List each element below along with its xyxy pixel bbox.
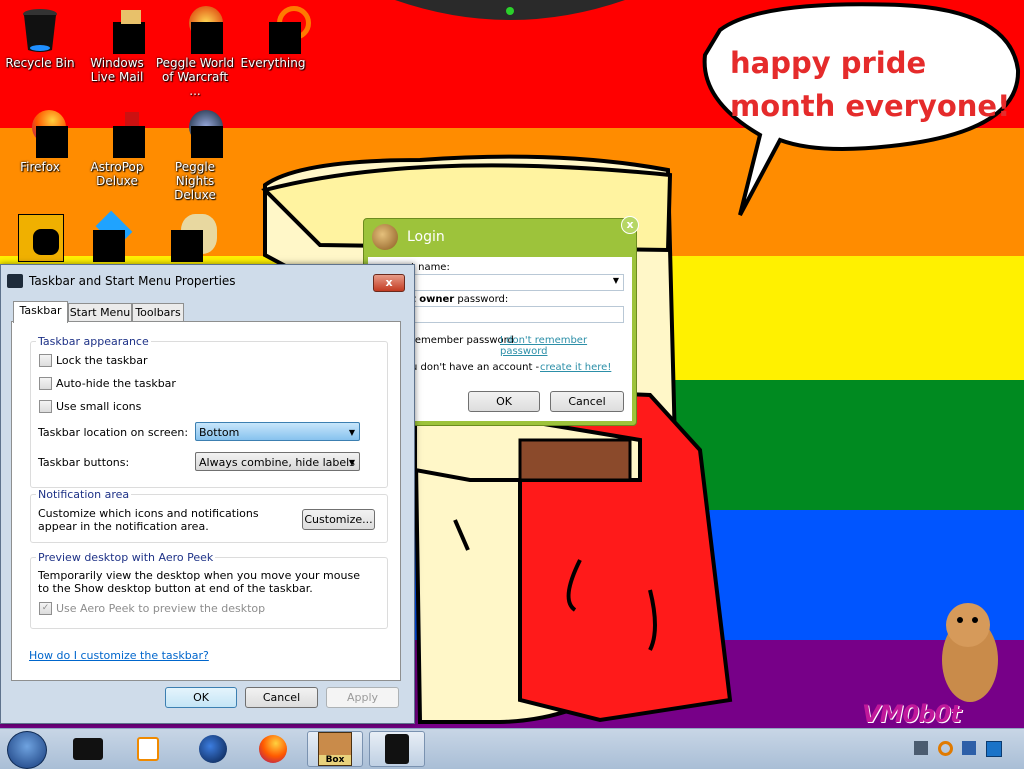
password-label: t owner password: [411, 294, 509, 305]
chevron-down-icon: ▼ [612, 276, 619, 285]
dialog-close-button[interactable]: x [373, 274, 405, 292]
autohide-taskbar-checkbox[interactable]: Auto-hide the taskbar [39, 377, 176, 390]
account-name-combo[interactable]: ▼ [414, 274, 624, 291]
firefox-icon [20, 110, 68, 158]
tab-toolbars[interactable]: Toolbars [132, 303, 184, 322]
aero-peek-checkbox[interactable]: ✓ Use Aero Peek to preview the desktop [39, 602, 265, 615]
taskbar-tab-panel: Taskbar appearance Lock the taskbar Auto… [11, 321, 401, 681]
taskbar-icon [7, 274, 23, 288]
recycle-bin-icon [20, 6, 60, 52]
notification-area-text: Customize which icons and notifications … [38, 507, 259, 533]
notification-area-title: Notification area [36, 488, 132, 501]
watermark-text: VM0b0t [862, 700, 962, 728]
small-icons-checkbox[interactable]: Use small icons [39, 400, 141, 413]
tab-taskbar[interactable]: Taskbar [13, 301, 68, 323]
checkbox-box [39, 354, 52, 367]
desktop-icon-label: Windows Live Mail [90, 56, 144, 84]
cancel-button[interactable]: Cancel [245, 687, 318, 708]
desktop-icon-label: Peggle World of Warcraft ... [155, 56, 235, 98]
box-app-label: Box [319, 755, 351, 765]
peggle-icon [175, 6, 223, 54]
taskbar-properties-dialog: Taskbar and Start Menu Properties x Task… [0, 264, 415, 724]
globe-icon [199, 735, 227, 763]
account-name-label: t name: [411, 262, 450, 273]
aero-peek-title: Preview desktop with Aero Peek [36, 551, 216, 564]
taskbar-computer[interactable] [60, 731, 116, 767]
checkbox-box [39, 377, 52, 390]
desktop-icon-partial-1[interactable] [18, 214, 64, 262]
desktop-icon-partial-3[interactable] [171, 214, 219, 262]
forgot-password-link[interactable]: I don't remember password [500, 335, 632, 357]
desktop-icon-label: AstroPop Deluxe [90, 160, 144, 188]
astropop-icon [97, 110, 145, 158]
taskbar-location-select[interactable]: Bottom ▼ [195, 422, 360, 441]
taskbar-appearance-title: Taskbar appearance [36, 335, 151, 348]
taskbar-buttons-select[interactable]: Always combine, hide labels ▼ [195, 452, 360, 471]
desktop-icon-label: Recycle Bin [5, 56, 75, 70]
speech-bubble-text: happy pride month everyone! [730, 46, 1011, 123]
taskbar: Box [0, 728, 1024, 769]
desktop-icon-astropop[interactable]: AstroPop Deluxe [77, 110, 157, 188]
dialog-title: Taskbar and Start Menu Properties [29, 274, 236, 288]
desktop-icon-firefox[interactable]: Firefox [0, 110, 80, 174]
desktop-icon-peggle-wow[interactable]: Peggle World of Warcraft ... [155, 6, 235, 98]
hamster-app-icon [372, 224, 398, 250]
box-app-icon: Box [318, 732, 352, 766]
login-close-button[interactable]: x [621, 216, 639, 234]
checkbox-box: ✓ [39, 602, 52, 615]
peggle-nights-icon [175, 110, 223, 158]
desktop-icon-windows-live-mail[interactable]: Windows Live Mail [77, 6, 157, 84]
desktop-icon-label: Everything [240, 56, 306, 70]
tab-start-menu[interactable]: Start Menu [68, 303, 132, 322]
login-cancel-button[interactable]: Cancel [550, 391, 624, 412]
mail-icon [97, 6, 145, 54]
desktop-icon-everything[interactable]: Everything [233, 6, 313, 70]
start-button[interactable] [7, 731, 47, 769]
show-desktop-icon[interactable] [986, 741, 1002, 757]
apply-button[interactable]: Apply [326, 687, 399, 708]
taskbar-globe[interactable] [185, 731, 241, 767]
tray-icon-network[interactable] [914, 741, 928, 755]
lock-taskbar-checkbox[interactable]: Lock the taskbar [39, 354, 148, 367]
taskbar-firefox[interactable] [245, 731, 301, 767]
create-account-link[interactable]: create it here! [540, 362, 611, 373]
taskbar-box-app[interactable]: Box [307, 731, 363, 767]
desktop-icon-partial-2[interactable] [93, 210, 133, 262]
aero-peek-text: Temporarily view the desktop when you mo… [38, 569, 360, 595]
taskbar-buttons-label: Taskbar buttons: [38, 456, 130, 469]
login-ok-button[interactable]: OK [468, 391, 540, 412]
firefox-icon [259, 735, 287, 763]
no-account-text: u don't have an account - [411, 362, 540, 373]
help-link[interactable]: How do I customize the taskbar? [29, 649, 209, 662]
desktop-icon-peggle-nights[interactable]: Peggle Nights Deluxe [155, 110, 235, 202]
mycomputer-icon [73, 738, 103, 760]
taskbar-location-label: Taskbar location on screen: [38, 426, 189, 439]
password-field[interactable] [414, 306, 624, 323]
login-title: Login [407, 229, 445, 245]
media-player-icon [137, 737, 159, 761]
chevron-down-icon: ▼ [348, 458, 355, 467]
taskbar-media-player[interactable] [120, 731, 176, 767]
tray-icon-search[interactable] [938, 741, 953, 756]
chevron-down-icon: ▼ [348, 428, 355, 437]
remember-password-label[interactable]: remember password [411, 335, 514, 346]
customize-button[interactable]: Customize... [302, 509, 375, 530]
desktop-icon-label: Peggle Nights Deluxe [174, 160, 216, 202]
taskbar-recycle-bin[interactable] [369, 731, 425, 767]
desktop-icon-label: Firefox [20, 160, 60, 174]
login-titlebar: Login [372, 223, 445, 251]
desktop-icon-recycle-bin[interactable]: Recycle Bin [0, 6, 80, 70]
recycle-bin-icon [385, 734, 409, 764]
tray-icon-volume[interactable] [962, 741, 976, 755]
dialog-titlebar: Taskbar and Start Menu Properties [1, 265, 414, 297]
checkbox-box [39, 400, 52, 413]
search-icon [253, 6, 311, 54]
ok-button[interactable]: OK [165, 687, 237, 708]
